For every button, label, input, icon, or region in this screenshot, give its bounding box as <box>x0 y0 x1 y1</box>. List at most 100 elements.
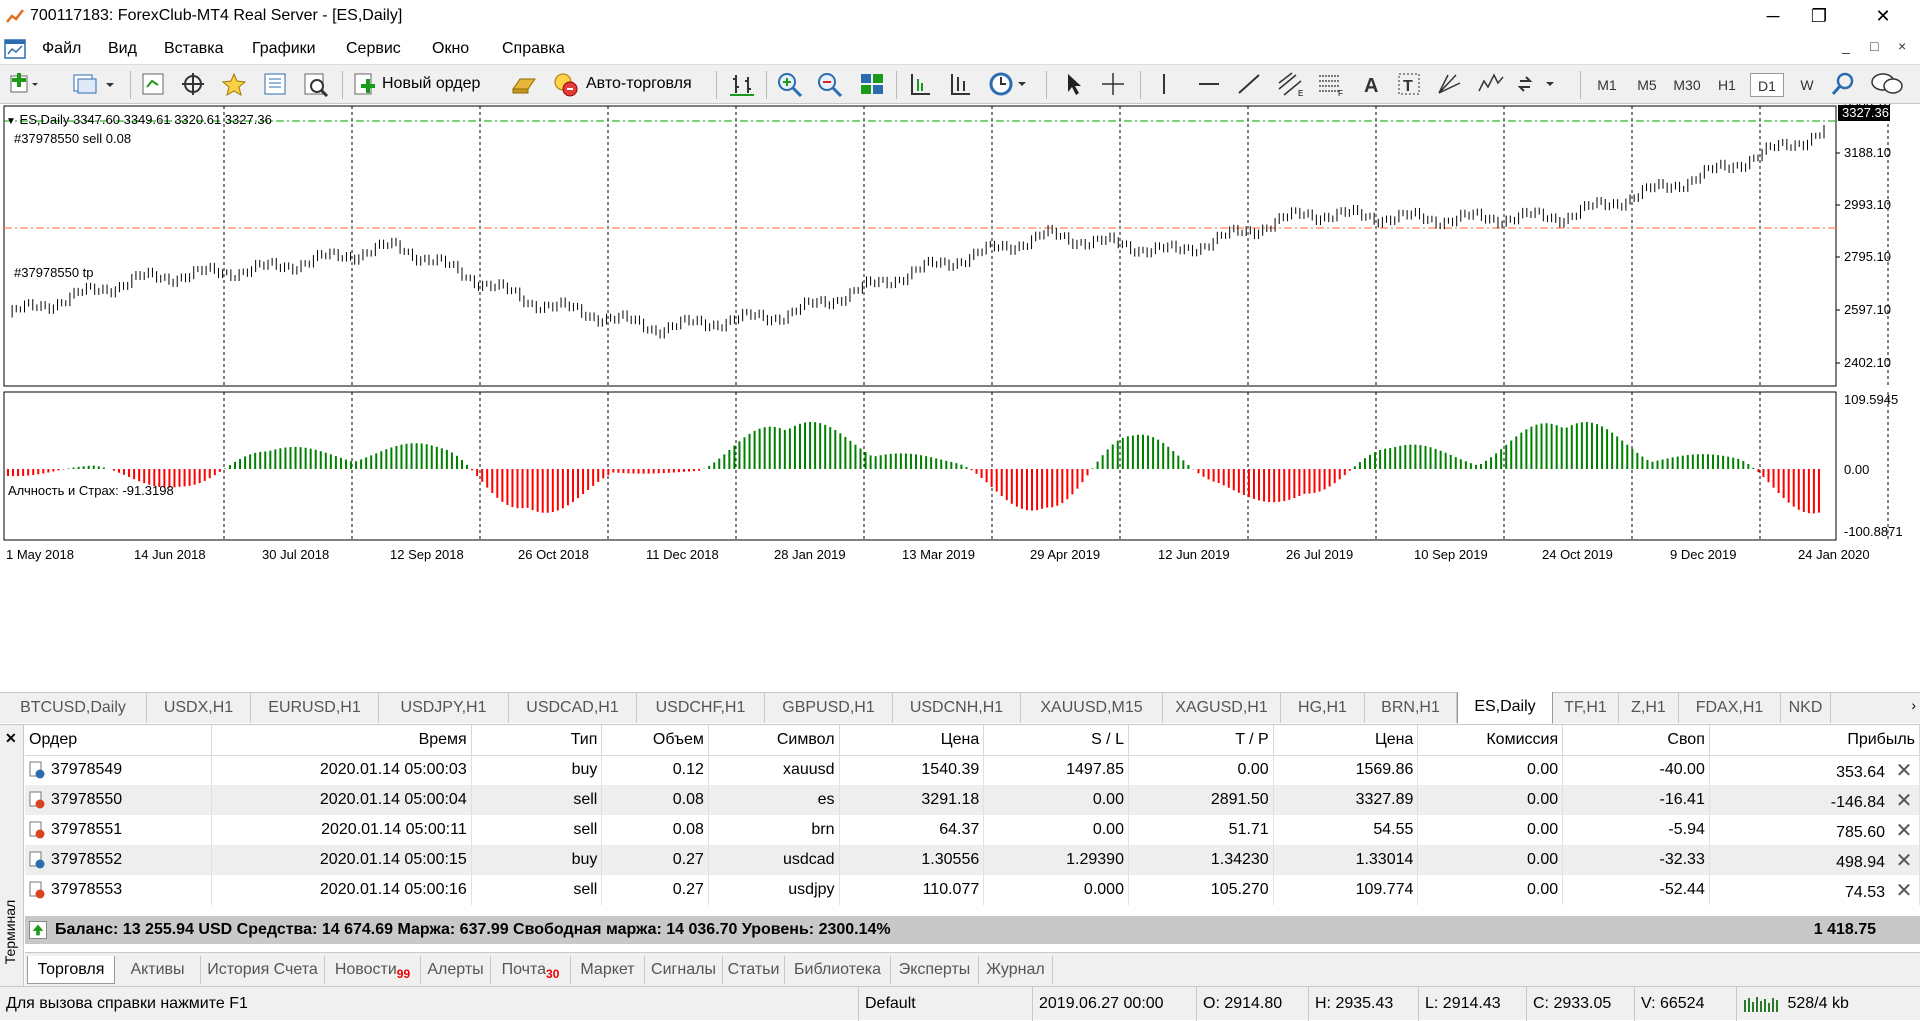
elliott-wave-icon[interactable] <box>1476 71 1506 97</box>
chart-tab[interactable]: GBPUSD,H1 <box>765 693 893 723</box>
minimize-button[interactable]: ─ <box>1750 0 1796 34</box>
profiles-icon[interactable] <box>72 71 122 97</box>
gold-ingot-icon[interactable] <box>510 71 538 97</box>
col-order[interactable]: Ордер <box>25 725 213 756</box>
chart-tab[interactable]: HG,H1 <box>1281 693 1365 723</box>
terminal-tab[interactable]: Сигналы <box>645 956 723 984</box>
chart-tab[interactable]: XAGUSD,H1 <box>1163 693 1281 723</box>
crosshair-icon[interactable] <box>1100 71 1126 97</box>
zoom-in-icon[interactable] <box>776 71 804 97</box>
terminal-tab[interactable]: Почта30 <box>491 956 571 984</box>
col-commission[interactable]: Комиссия <box>1417 725 1564 756</box>
text-icon[interactable]: A <box>1360 71 1384 97</box>
chart-window-icon[interactable] <box>4 38 26 60</box>
tabs-scroll-right-icon[interactable]: › <box>1911 697 1916 713</box>
table-row[interactable]: 37978549 2020.01.14 05:00:03 buy 0.12 xauusd… <box>25 755 1920 785</box>
col-symbol[interactable]: Символ <box>708 725 840 756</box>
fibonacci-icon[interactable]: F <box>1316 71 1346 97</box>
child-restore-button[interactable]: □ <box>1870 38 1878 54</box>
chart-tab[interactable]: Z,H1 <box>1619 693 1679 723</box>
menu-insert[interactable]: Вставка <box>164 40 223 58</box>
close-order-icon[interactable]: ✕ <box>1893 758 1915 783</box>
timeframe-m30[interactable]: M30 <box>1670 73 1704 97</box>
text-label-icon[interactable]: T <box>1396 71 1422 97</box>
col-current-price[interactable]: Цена <box>1273 725 1419 756</box>
trendline-icon[interactable] <box>1236 71 1262 97</box>
horizontal-line-icon[interactable] <box>1196 71 1222 97</box>
chart-tab[interactable]: USDCHF,H1 <box>637 693 765 723</box>
terminal-tab[interactable]: Активы <box>115 956 201 984</box>
chart-tab[interactable]: BTCUSD,Daily <box>0 693 147 723</box>
timeframe-m5[interactable]: M5 <box>1630 73 1664 97</box>
restore-button[interactable]: ❐ <box>1796 0 1842 34</box>
col-type[interactable]: Тип <box>471 725 603 756</box>
chart-tab[interactable]: USDX,H1 <box>147 693 251 723</box>
terminal-tab[interactable]: Статьи <box>723 956 785 984</box>
price-chart[interactable]: 1 May 2018 14 Jun 2018 30 Jul 2018 12 Sep 2… <box>0 104 1920 691</box>
table-row[interactable]: 37978553 2020.01.14 05:00:16 sell 0.27 usdjp… <box>25 875 1920 905</box>
vertical-line-icon[interactable] <box>1156 71 1172 97</box>
terminal-tab[interactable]: Эксперты <box>891 956 979 984</box>
menu-window[interactable]: Окно <box>432 40 469 58</box>
equidistant-channel-icon[interactable]: E <box>1276 71 1306 97</box>
terminal-tab[interactable]: Журнал <box>979 956 1053 984</box>
col-tp[interactable]: T / P <box>1128 725 1274 756</box>
chart-tab[interactable]: NKD <box>1781 693 1831 723</box>
chart-tab[interactable]: EURUSD,H1 <box>251 693 379 723</box>
market-watch-icon[interactable] <box>140 71 166 97</box>
new-chart-icon[interactable] <box>8 71 38 97</box>
menu-help[interactable]: Справка <box>502 40 565 58</box>
menu-file[interactable]: Файл <box>42 40 81 58</box>
chart-tab[interactable]: ES,Daily <box>1457 692 1553 724</box>
strategy-tester-icon[interactable] <box>302 71 330 97</box>
chart-tab[interactable]: TF,H1 <box>1553 693 1619 723</box>
arrows-dropdown-icon[interactable] <box>1516 71 1562 97</box>
terminal-tab[interactable]: Библиотека <box>785 956 891 984</box>
menu-charts[interactable]: Графики <box>252 40 316 58</box>
periods-dropdown[interactable] <box>988 71 1032 97</box>
table-row[interactable]: 37978551 2020.01.14 05:00:11 sell 0.08 brn 64… <box>25 815 1920 845</box>
chart-shift-icon[interactable] <box>906 71 934 97</box>
search-icon[interactable] <box>1830 71 1856 97</box>
chart-tab[interactable]: BRN,H1 <box>1365 693 1457 723</box>
favorites-icon[interactable] <box>220 71 248 97</box>
terminal-tab[interactable]: Новости99 <box>325 956 421 984</box>
close-window-button[interactable]: ✕ <box>1860 0 1906 34</box>
timeframe-h1[interactable]: H1 <box>1710 73 1744 97</box>
close-order-icon[interactable]: ✕ <box>1893 788 1915 813</box>
close-terminal-icon[interactable]: ✕ <box>5 730 17 747</box>
crosshair-nav-icon[interactable] <box>180 71 206 97</box>
col-price[interactable]: Цена <box>839 725 985 756</box>
col-profit[interactable]: Прибыль <box>1709 725 1920 756</box>
terminal-tab[interactable]: Маркет <box>571 956 645 984</box>
collapse-arrow-icon[interactable]: ▼ <box>6 116 16 127</box>
child-minimize-button[interactable]: _ <box>1842 38 1850 54</box>
data-window-icon[interactable] <box>262 71 288 97</box>
chart-tab[interactable]: XAUUSD,M15 <box>1021 693 1163 723</box>
menu-view[interactable]: Вид <box>108 40 137 58</box>
chat-icon[interactable] <box>1870 71 1904 97</box>
col-swap[interactable]: Своп <box>1562 725 1710 756</box>
autoscroll-icon[interactable] <box>946 71 974 97</box>
col-time[interactable]: Время <box>211 725 472 756</box>
child-close-button[interactable]: × <box>1898 38 1906 54</box>
chart-tab[interactable]: FDAX,H1 <box>1679 693 1781 723</box>
table-row[interactable]: 37978550 2020.01.14 05:00:04 sell 0.08 es 329… <box>25 785 1920 815</box>
timeframe-m1[interactable]: M1 <box>1590 73 1624 97</box>
bar-chart-icon[interactable] <box>728 71 756 97</box>
terminal-tab[interactable]: История Счета <box>201 956 325 984</box>
timeframe-d1[interactable]: D1 <box>1750 73 1784 97</box>
col-sl[interactable]: S / L <box>983 725 1129 756</box>
gann-icon[interactable] <box>1436 71 1466 97</box>
chart-tab[interactable]: USDCAD,H1 <box>509 693 637 723</box>
auto-trading-button[interactable]: Авто-торговля <box>552 71 692 97</box>
chart-tab[interactable]: USDJPY,H1 <box>379 693 509 723</box>
chart-tab[interactable]: USDCNH,H1 <box>893 693 1021 723</box>
terminal-tab[interactable]: Алерты <box>421 956 491 984</box>
table-row[interactable]: 37978552 2020.01.14 05:00:15 buy 0.27 usdcad… <box>25 845 1920 875</box>
timeframe-w[interactable]: W <box>1790 73 1824 97</box>
tile-windows-icon[interactable] <box>858 71 886 97</box>
menu-tools[interactable]: Сервис <box>346 40 401 58</box>
zoom-out-icon[interactable] <box>816 71 844 97</box>
cursor-icon[interactable] <box>1062 71 1086 97</box>
